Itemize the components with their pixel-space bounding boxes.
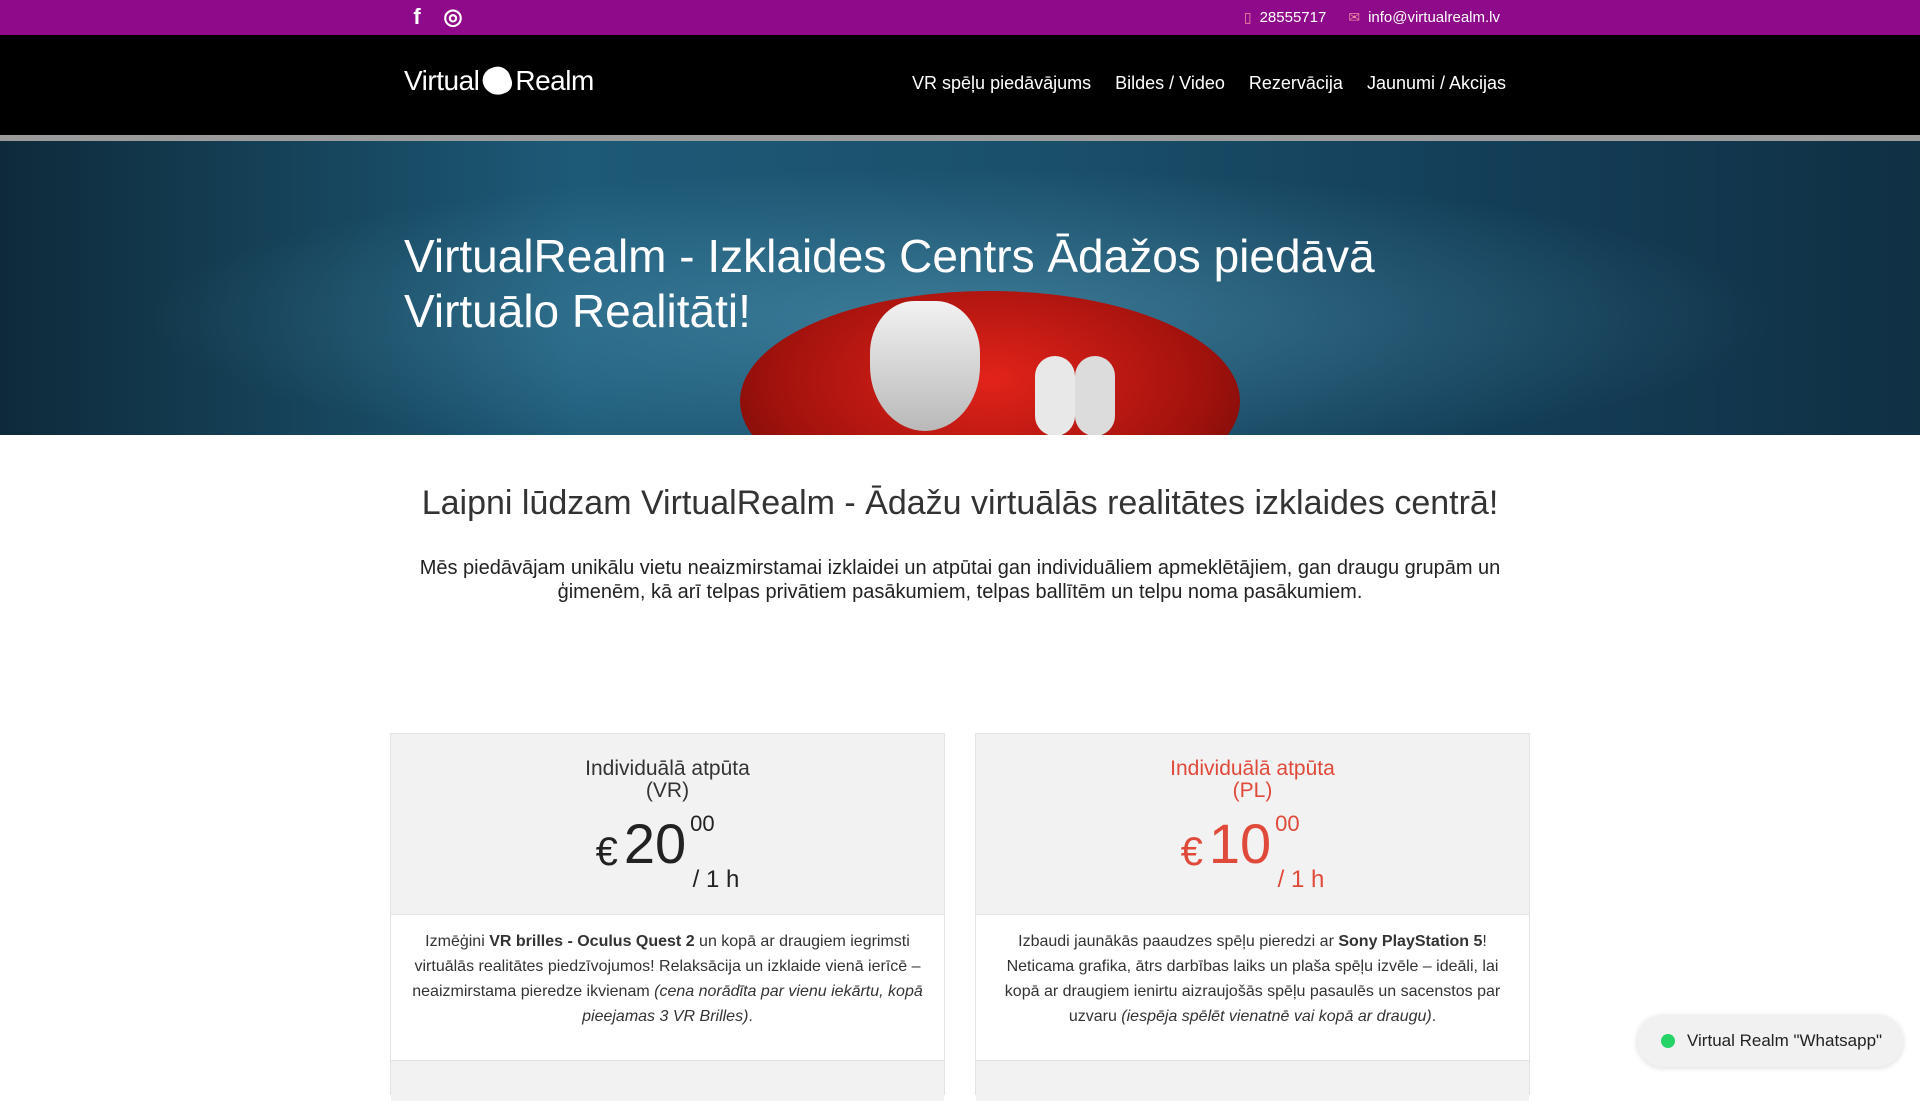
main-nav: VR spēļu piedāvājums Bildes / Video Reze… (912, 73, 1506, 94)
welcome-text: Mēs piedāvājam unikālu vietu neaizmirsta… (419, 557, 1501, 603)
price-cents: 00 (690, 811, 715, 836)
pricing-card-description: Izbaudi jaunākās paaudzes spēļu pieredzi… (976, 915, 1529, 1043)
pricing-card-footer (976, 1060, 1529, 1101)
facebook-icon[interactable]: f (405, 4, 429, 30)
price-display: € 10 00 / 1 h (976, 811, 1529, 910)
pricing-card-description: Izmēģini VR brilles - Oculus Quest 2 un … (391, 915, 944, 1043)
desc-text: Izbaudi jaunākās paaudzes spēļu pieredzi… (1018, 933, 1339, 950)
pricing-card-footer (391, 1060, 944, 1101)
logo-text-virtual: Virtual (404, 65, 480, 96)
price-amount: 20 (623, 812, 687, 875)
nav-reservation[interactable]: Rezervācija (1249, 73, 1343, 94)
email-address[interactable]: info@virtualrealm.lv (1368, 9, 1500, 26)
desc-text: . (1431, 1008, 1437, 1025)
desc-highlight: VR brilles - Oculus Quest 2 (489, 933, 695, 950)
desc-note: (iespēja spēlēt vienatnē vai kopā ar dra… (1121, 1008, 1432, 1025)
price-display: € 20 00 / 1 h (391, 811, 944, 910)
pricing-title-line1: Individuālā atpūta (585, 757, 750, 780)
phone-number[interactable]: 28555717 (1260, 9, 1327, 26)
pricing-card-title: Individuālā atpūta (PL) (976, 734, 1529, 802)
desc-text: . (748, 1008, 753, 1025)
hero-controller-right-image (1075, 356, 1115, 435)
whatsapp-label: Virtual Realm "Whatsapp" (1687, 1031, 1883, 1050)
hero-title: VirtualRealm - Izklaides Centrs Ādažos p… (404, 230, 1375, 337)
whatsapp-icon (1661, 1034, 1675, 1048)
main-header: Virtual Realm VR spēļu piedāvājums Bilde… (0, 35, 1920, 141)
mail-icon: ✉ (1348, 9, 1361, 25)
nav-news-offers[interactable]: Jaunumi / Akcijas (1367, 73, 1506, 94)
nav-photos-video[interactable]: Bildes / Video (1115, 73, 1225, 94)
pricing-title-line1: Individuālā atpūta (1170, 757, 1335, 780)
pricing-title-line2: (PL) (1232, 779, 1273, 802)
currency-symbol: € (595, 830, 618, 874)
phone-contact[interactable]: ▯ 28555717 (1244, 9, 1326, 26)
price-amount: 10 (1208, 812, 1272, 875)
price-period: / 1 h (692, 866, 740, 893)
top-contact-bar: f ◎ ▯ 28555717 ✉ info@virtualrealm.lv (0, 0, 1920, 35)
site-logo[interactable]: Virtual Realm (404, 63, 594, 99)
contact-info: ▯ 28555717 ✉ info@virtualrealm.lv (1244, 9, 1500, 26)
vr-helmet-icon (479, 63, 516, 99)
pricing-card-playstation: Individuālā atpūta (PL) € 10 00 / 1 h Iz… (975, 733, 1530, 1101)
pricing-card-header: Individuālā atpūta (VR) € 20 00 / 1 h (391, 734, 944, 915)
pricing-card-header: Individuālā atpūta (PL) € 10 00 / 1 h (976, 734, 1529, 915)
logo-text-realm: Realm (515, 65, 594, 96)
instagram-icon[interactable]: ◎ (441, 4, 465, 30)
pricing-title-line2: (VR) (645, 779, 690, 802)
pricing-card-title: Individuālā atpūta (VR) (391, 734, 944, 802)
hero-banner: VirtualRealm - Izklaides Centrs Ādažos p… (0, 141, 1920, 435)
hero-controller-left-image (1035, 356, 1075, 435)
pricing-card-vr: Individuālā atpūta (VR) € 20 00 / 1 h Iz… (390, 733, 945, 1101)
currency-symbol: € (1180, 830, 1203, 874)
nav-vr-games[interactable]: VR spēļu piedāvājums (912, 73, 1091, 94)
welcome-heading: Laipni lūdzam VirtualRealm - Ādažu virtu… (421, 484, 1499, 522)
desc-text: Izmēģini (425, 933, 490, 950)
whatsapp-chat-button[interactable]: Virtual Realm "Whatsapp" (1637, 1015, 1903, 1067)
social-links: f ◎ (405, 4, 465, 30)
price-cents: 00 (1275, 811, 1300, 836)
price-period: / 1 h (1277, 866, 1325, 893)
desc-highlight: Sony PlayStation 5 (1338, 933, 1483, 950)
email-contact[interactable]: ✉ info@virtualrealm.lv (1348, 9, 1500, 26)
phone-icon: ▯ (1243, 9, 1252, 25)
